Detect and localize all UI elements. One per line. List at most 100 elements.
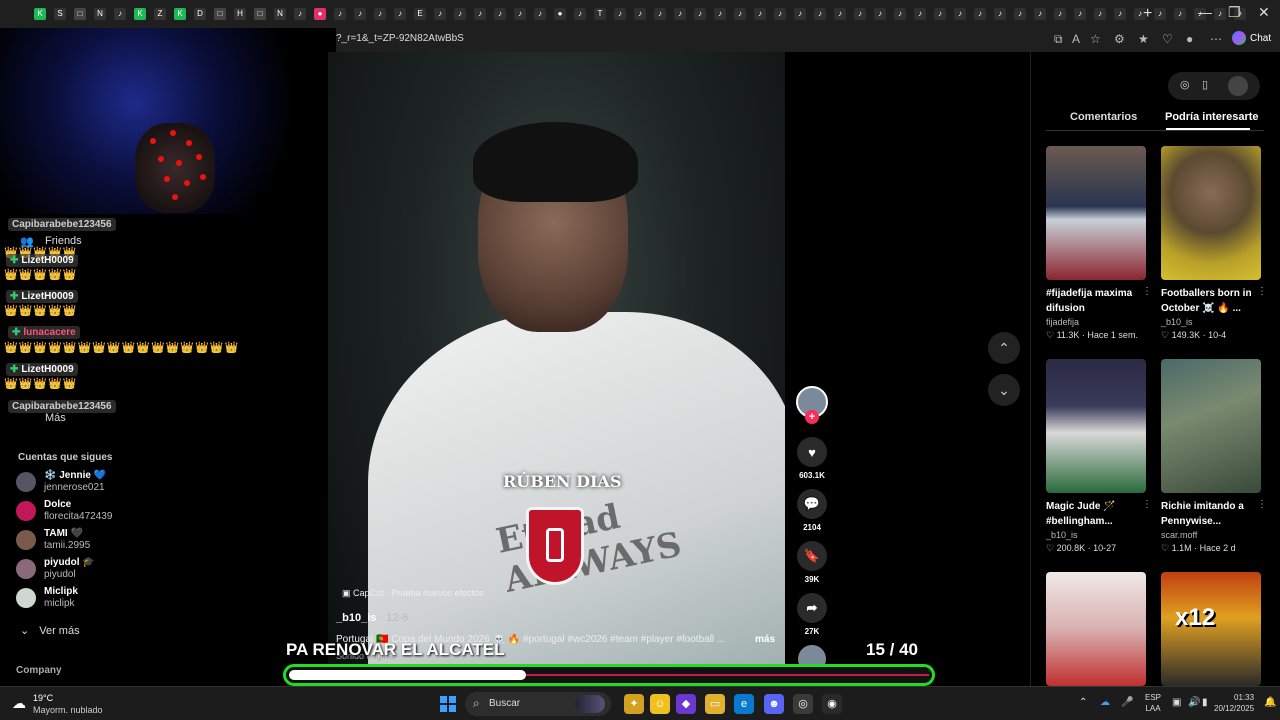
browser-tab[interactable]: ♪ — [334, 8, 346, 20]
more-menu-icon[interactable]: ⋯ — [1210, 32, 1222, 46]
maximize-icon[interactable]: ❐ — [1228, 4, 1241, 21]
share-button[interactable]: ➦ 27K — [795, 593, 829, 636]
copilot-taskbar-icon[interactable]: ◆ — [676, 694, 696, 714]
author-avatar-button[interactable]: + — [795, 386, 829, 424]
browser-tab[interactable]: ♪ — [934, 8, 946, 20]
browser-tab[interactable]: □ — [74, 8, 86, 20]
url-text[interactable]: ?_r=1&_t=ZP-92N82AtwBbS — [336, 33, 464, 44]
app-icon[interactable]: ◎ — [793, 694, 813, 714]
open-in-app-icon[interactable]: ⧉ — [1054, 32, 1063, 47]
notifications-icon[interactable]: 🔔 — [1264, 697, 1276, 708]
browser-tab[interactable]: ♪ — [814, 8, 826, 20]
onedrive-icon[interactable]: ☁ — [1100, 697, 1110, 708]
avatar[interactable] — [1228, 76, 1248, 96]
browser-tab[interactable]: ♪ — [634, 8, 646, 20]
browser-tab[interactable]: ♪ — [494, 8, 506, 20]
tab-comentarios[interactable]: Comentarios — [1070, 111, 1137, 123]
browser-tab[interactable]: ♪ — [714, 8, 726, 20]
browser-tab[interactable]: ♪ — [514, 8, 526, 20]
browser-tab[interactable]: Z — [154, 8, 166, 20]
favorites-icon[interactable]: ★ — [1138, 32, 1149, 46]
browser-tab[interactable]: ♪ — [754, 8, 766, 20]
browser-tab[interactable]: T — [594, 8, 606, 20]
chevron-up-icon[interactable]: ⌃ — [1079, 697, 1087, 708]
browser-tab[interactable]: ♪ — [1114, 8, 1126, 20]
clock[interactable]: 01:33 20/12/2025 — [1214, 692, 1254, 714]
see-more-button[interactable]: ⌄ Ver más — [20, 624, 80, 637]
browser-tab[interactable]: ♪ — [974, 8, 986, 20]
browser-tab[interactable]: ♪ — [114, 8, 126, 20]
video-author[interactable]: _b10_is · 12-6 — [336, 612, 408, 624]
browser-tab[interactable]: ♪ — [1034, 8, 1046, 20]
video-card[interactable]: Richie imitando a Pennywise... scar.moff… — [1161, 359, 1267, 554]
more-options-icon[interactable]: ⋮ — [1142, 499, 1152, 510]
previous-video-button[interactable]: ⌃ — [988, 332, 1020, 364]
browser-tab[interactable]: ♪ — [1054, 8, 1066, 20]
browser-tab[interactable]: ♪ — [1074, 8, 1086, 20]
browser-tab[interactable]: ♪ — [394, 8, 406, 20]
browser-tab[interactable]: ♪ — [454, 8, 466, 20]
compass-icon[interactable]: ◎ — [1180, 78, 1190, 91]
save-button[interactable]: 🔖 39K — [795, 541, 829, 584]
copilot-chat-button[interactable]: Chat — [1232, 31, 1271, 45]
next-video-button[interactable]: ⌄ — [988, 374, 1020, 406]
browser-tab[interactable]: ♪ — [874, 8, 886, 20]
browser-tab[interactable]: ● — [554, 8, 566, 20]
browser-tab[interactable]: ♪ — [894, 8, 906, 20]
browser-tab[interactable]: ♪ — [1014, 8, 1026, 20]
video-card[interactable]: x12 — [1161, 572, 1261, 686]
microphone-icon[interactable]: 🎤 — [1121, 697, 1133, 708]
browser-tab[interactable]: ♪ — [574, 8, 586, 20]
video-card[interactable] — [1046, 572, 1146, 686]
browser-tab[interactable]: N — [274, 8, 286, 20]
browser-tab[interactable]: S — [54, 8, 66, 20]
browser-tab[interactable]: ♪ — [674, 8, 686, 20]
capcut-label[interactable]: ▣ CapCut · Prueba nuevos efectos — [342, 588, 484, 599]
browser-tab[interactable]: K — [34, 8, 46, 20]
browser-tab[interactable]: K — [174, 8, 186, 20]
profile-icon[interactable]: ● — [1186, 32, 1193, 46]
tab-podria-interesarte[interactable]: Podría interesarte — [1165, 111, 1259, 123]
windows-start-icon[interactable] — [440, 696, 456, 712]
more-options-icon[interactable]: ⋮ — [1257, 499, 1267, 510]
browser-tab[interactable]: ♪ — [354, 8, 366, 20]
comment-button[interactable]: 💬 2104 — [795, 489, 829, 532]
translate-icon[interactable]: A — [1072, 32, 1080, 46]
following-item[interactable]: Miclipk miclipk — [16, 586, 216, 612]
browser-tab[interactable]: ● — [314, 8, 326, 20]
follow-plus-icon[interactable]: + — [805, 410, 819, 424]
browser-tab[interactable]: ♪ — [1214, 8, 1226, 20]
more-options-icon[interactable]: ⋮ — [1142, 286, 1152, 297]
file-explorer-icon[interactable]: ▭ — [705, 694, 725, 714]
following-item[interactable]: TAMI 🖤 tamii.2995 — [16, 528, 216, 554]
volume-icon[interactable]: 🔊 — [1188, 697, 1200, 708]
battery-icon[interactable]: ▮ — [1202, 697, 1208, 708]
browser-tab[interactable]: ♪ — [1094, 8, 1106, 20]
browser-tab[interactable]: ♪ — [854, 8, 866, 20]
close-window-icon[interactable]: ✕ — [1258, 4, 1270, 21]
extensions-icon[interactable]: ⚙ — [1114, 32, 1125, 46]
browser-tab[interactable]: ♪ — [954, 8, 966, 20]
edge-browser-icon[interactable]: e — [734, 694, 754, 714]
browser-tab[interactable]: ♪ — [734, 8, 746, 20]
browser-tab[interactable]: ♪ — [1174, 8, 1186, 20]
obs-icon[interactable]: ◉ — [822, 694, 842, 714]
taskbar-search[interactable]: ⌕ Buscar — [465, 692, 611, 716]
browser-tab[interactable]: ♪ — [614, 8, 626, 20]
sidebar-item-more[interactable]: Más — [45, 412, 66, 424]
browser-tab[interactable]: ♪ — [774, 8, 786, 20]
browser-tab[interactable]: ♪ — [474, 8, 486, 20]
browser-tab[interactable]: ♪ — [794, 8, 806, 20]
browser-tab[interactable]: D — [194, 8, 206, 20]
minimize-icon[interactable]: — — [1198, 4, 1212, 20]
following-item[interactable]: ❄️ Jennie 💙 jennerose021 — [16, 470, 216, 496]
browser-tab[interactable]: K — [134, 8, 146, 20]
language-indicator[interactable]: ESP LAA — [1145, 692, 1161, 714]
browser-tab[interactable]: □ — [214, 8, 226, 20]
network-icon[interactable]: ▣ — [1172, 697, 1181, 708]
browser-tab[interactable]: ♪ — [374, 8, 386, 20]
phone-icon[interactable]: ▯ — [1202, 78, 1208, 91]
more-description-button[interactable]: más — [755, 634, 775, 645]
browser-tab[interactable]: ♪ — [654, 8, 666, 20]
browser-tab[interactable]: ♪ — [294, 8, 306, 20]
